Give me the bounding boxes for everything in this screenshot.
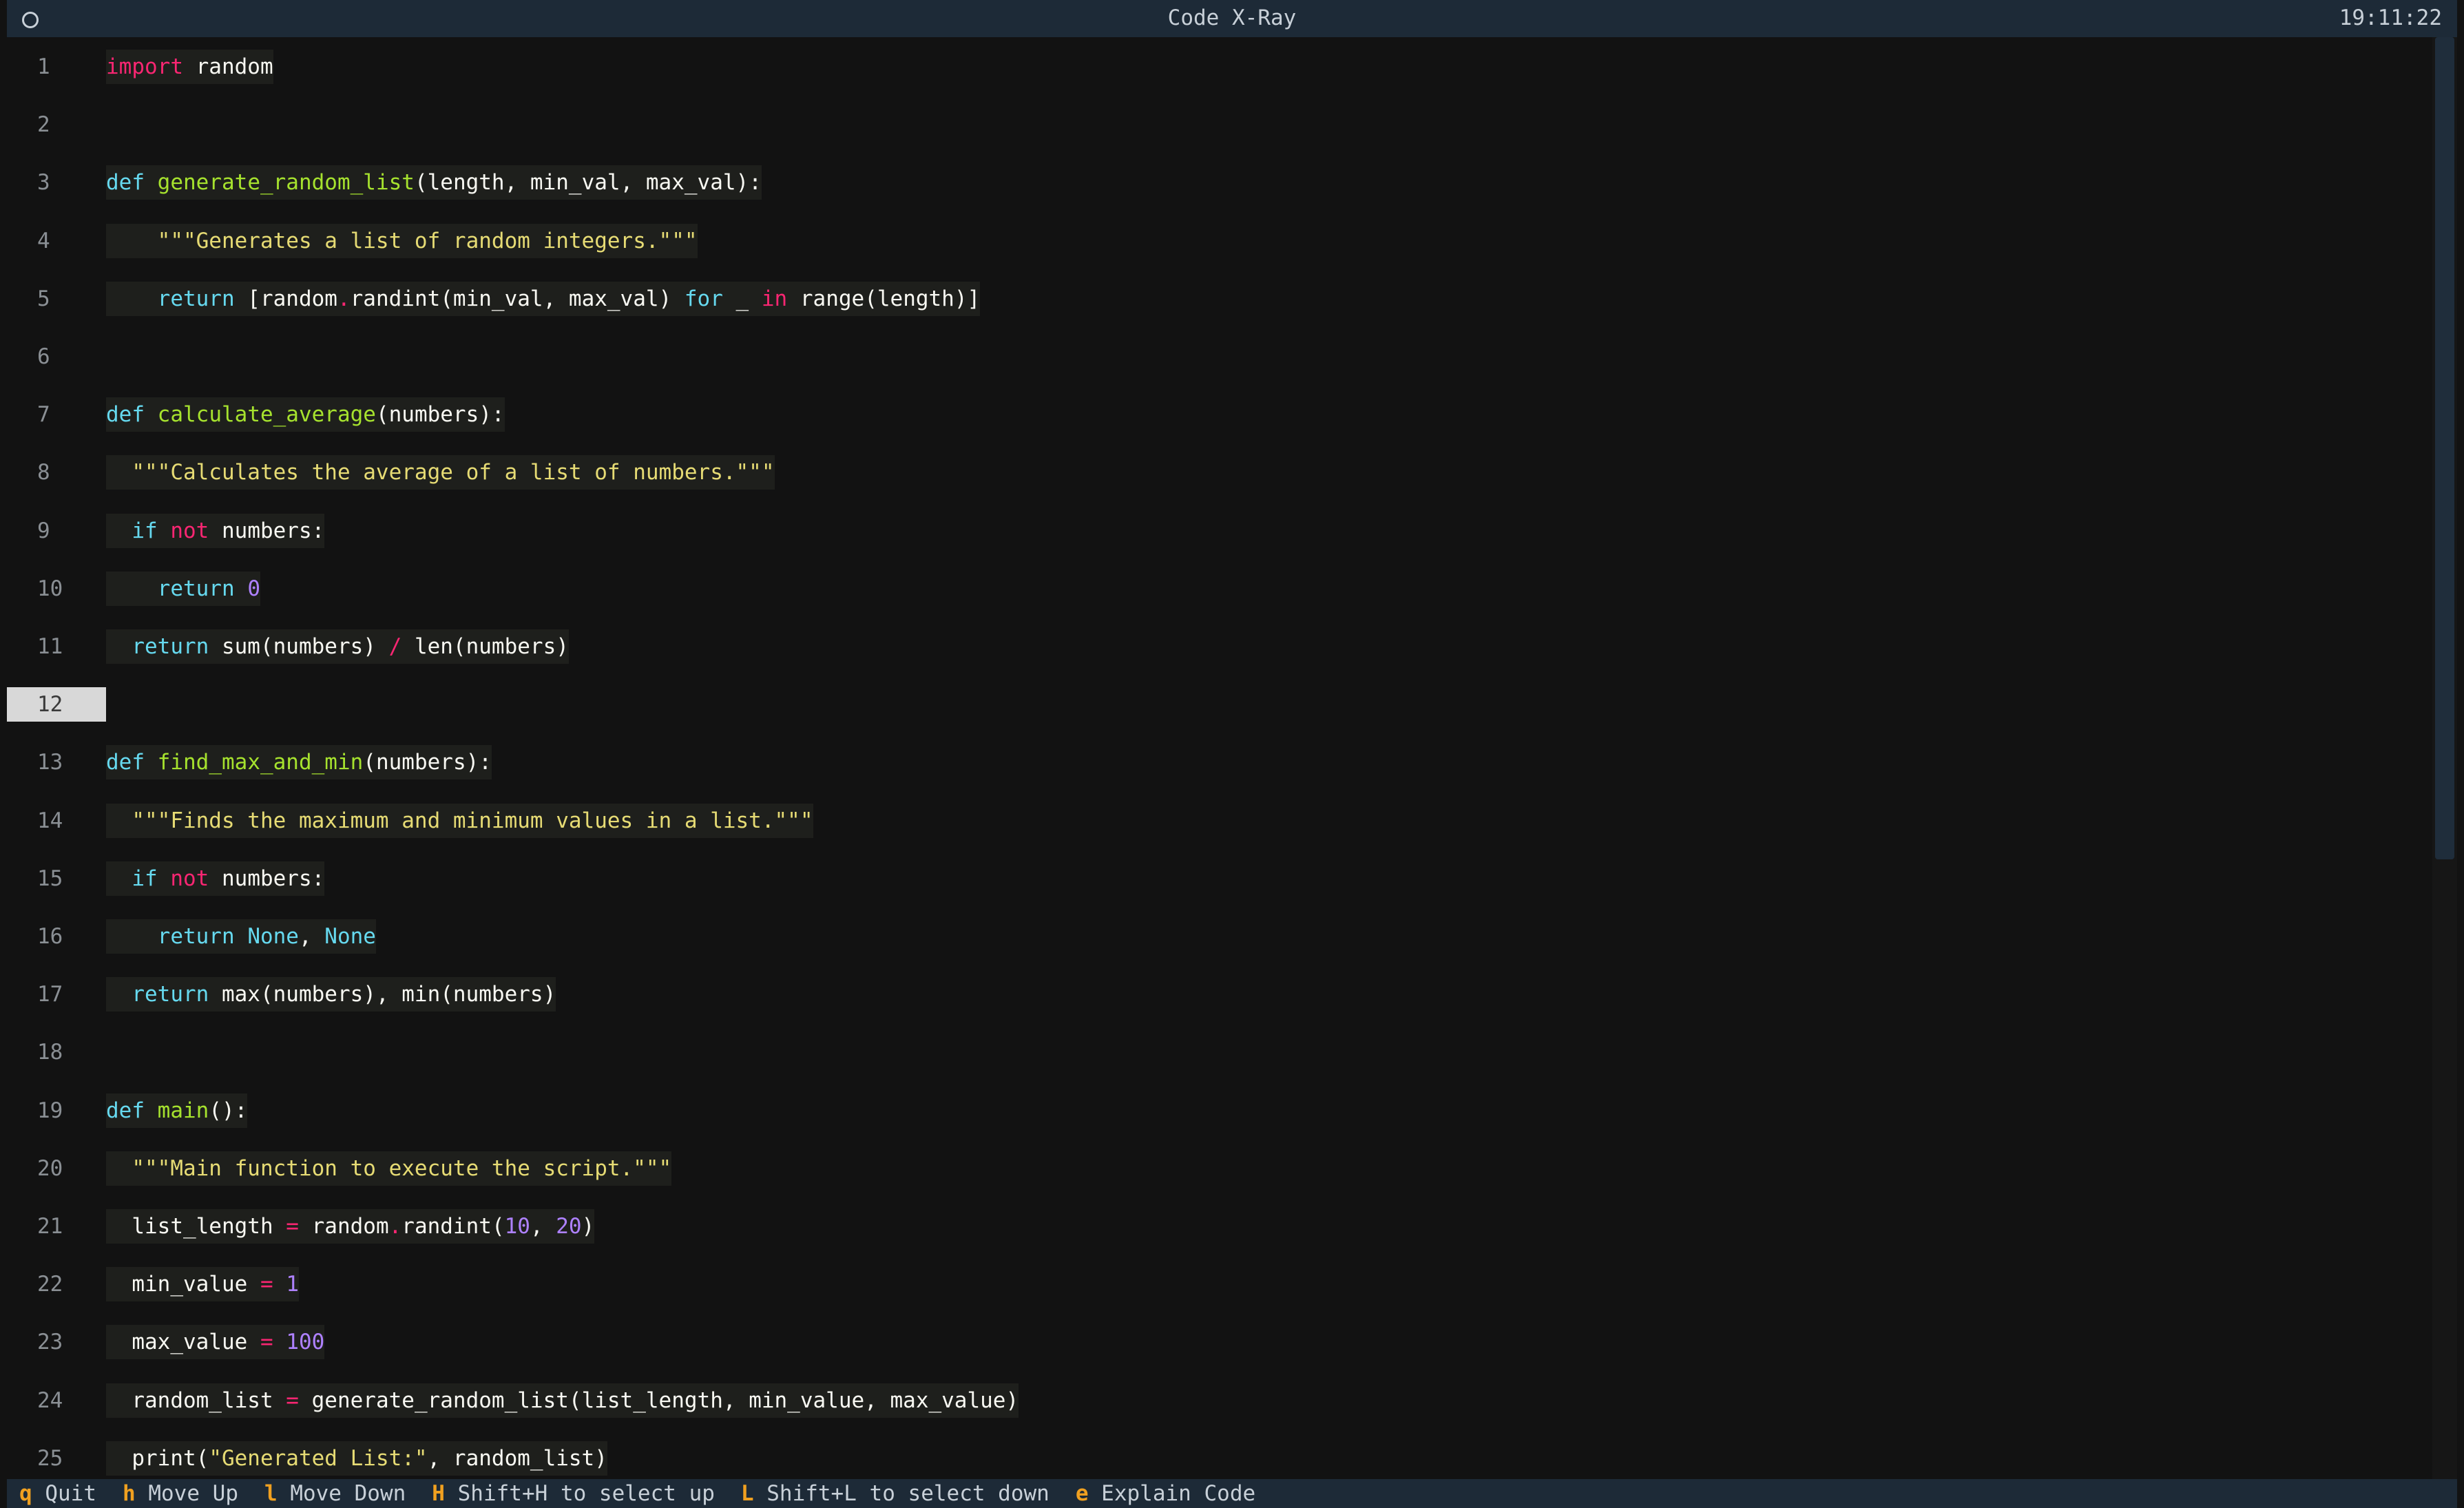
line-number: 14 (37, 808, 63, 833)
scrollbar-thumb[interactable] (2435, 37, 2454, 859)
code-text: """Finds the maximum and minimum values … (106, 803, 813, 838)
code-text: print("Generated List:", random_list) (106, 1441, 607, 1476)
line-number: 17 (37, 982, 63, 1007)
code-line[interactable]: 8 """Calculates the average of a list of… (7, 455, 2432, 490)
line-number: 3 (37, 170, 50, 196)
keybinding-hint: q Quit (19, 1479, 96, 1508)
vertical-scrollbar[interactable] (2432, 37, 2457, 1479)
code-line[interactable]: 6 (7, 339, 2432, 374)
code-line[interactable]: 18 (7, 1035, 2432, 1069)
keybinding-key: e (1075, 1481, 1089, 1506)
line-number: 16 (37, 924, 63, 949)
keybinding-hint: H Shift+H to select up (432, 1479, 715, 1508)
line-number: 5 (37, 286, 50, 311)
code-text: """Main function to execute the script."… (106, 1151, 672, 1186)
code-text: return 0 (106, 571, 260, 606)
code-text: import random (106, 50, 273, 84)
line-number: 19 (37, 1098, 63, 1123)
code-line[interactable]: 25 print("Generated List:", random_list) (7, 1441, 2432, 1476)
code-line[interactable]: 3 def generate_random_list(length, min_va… (7, 165, 2432, 200)
code-text: if not numbers: (106, 861, 325, 896)
keybinding-label: Shift+H to select up (444, 1481, 715, 1506)
code-line[interactable]: 13 def find_max_and_min(numbers): (7, 745, 2432, 780)
keybinding-hint: l Move Down (264, 1479, 406, 1508)
code-line[interactable]: 2 (7, 107, 2432, 142)
code-text: def find_max_and_min(numbers): (106, 745, 492, 780)
keybinding-key: L (740, 1481, 754, 1506)
keybinding-label: Explain Code (1088, 1481, 1256, 1506)
keybinding-hint: L Shift+L to select down (741, 1479, 1050, 1508)
code-line[interactable]: 4 """Generates a list of random integers… (7, 223, 2432, 258)
line-number: 4 (37, 228, 50, 253)
code-line[interactable]: 11 return sum(numbers) / len(numbers) (7, 629, 2432, 664)
code-text: list_length = random.randint(10, 20) (106, 1209, 595, 1244)
line-number: 23 (37, 1330, 63, 1355)
code-text: """Calculates the average of a list of n… (106, 455, 775, 490)
line-number: 24 (37, 1387, 63, 1413)
line-number: 11 (37, 634, 63, 659)
keybinding-label: Move Down (277, 1481, 406, 1506)
code-line[interactable]: 12 (7, 687, 2432, 722)
line-number: 12 (7, 687, 106, 722)
code-line[interactable]: 22 min_value = 1 (7, 1267, 2432, 1302)
line-number: 15 (37, 866, 63, 891)
code-text: if not numbers: (106, 513, 325, 548)
window-title: Code X-Ray (1167, 6, 1297, 30)
code-line[interactable]: 19 def main(): (7, 1093, 2432, 1128)
code-line[interactable]: 16 return None, None (7, 919, 2432, 954)
code-text: max_value = 100 (106, 1325, 325, 1360)
code-editor[interactable]: 1 import random 2 3 def generate_random_list… (7, 37, 2432, 1479)
keybinding-key: q (19, 1481, 32, 1506)
line-number: 20 (37, 1155, 63, 1181)
code-xray-app: Code X-Ray 19:11:22 1 import random 2 3 def … (0, 0, 2464, 1508)
line-number: 7 (37, 402, 50, 428)
code-line[interactable]: 21 list_length = random.randint(10, 20) (7, 1209, 2432, 1244)
keybinding-hint: e Explain Code (1076, 1479, 1255, 1508)
line-number: 21 (37, 1214, 63, 1239)
line-number: 25 (37, 1445, 63, 1471)
code-text: def generate_random_list(length, min_val… (106, 165, 762, 200)
code-text: """Generates a list of random integers."… (106, 223, 698, 258)
line-number: 13 (37, 750, 63, 775)
code-line[interactable]: 9 if not numbers: (7, 513, 2432, 548)
keybinding-key: l (264, 1481, 278, 1506)
line-number: 1 (37, 54, 50, 79)
code-line[interactable]: 1 import random (7, 50, 2432, 84)
code-line[interactable]: 17 return max(numbers), min(numbers) (7, 977, 2432, 1012)
code-line[interactable]: 5 return [random.randint(min_val, max_va… (7, 281, 2432, 316)
keybinding-key: H (432, 1481, 445, 1506)
code-text: return [random.randint(min_val, max_val)… (106, 281, 981, 316)
code-line[interactable]: 10 return 0 (7, 571, 2432, 606)
keybinding-status-bar: q Quit h Move Up l Move Down H Shift+H to s… (7, 1479, 2457, 1508)
code-text: min_value = 1 (106, 1267, 299, 1302)
code-text: return max(numbers), min(numbers) (106, 977, 556, 1012)
keybinding-label: Quit (32, 1481, 96, 1506)
line-number: 8 (37, 460, 50, 485)
keybinding-hint: h Move Up (123, 1479, 238, 1508)
code-line[interactable]: 23 max_value = 100 (7, 1325, 2432, 1360)
line-number: 6 (37, 344, 50, 369)
code-text: def calculate_average(numbers): (106, 397, 505, 432)
code-line[interactable]: 20 """Main function to execute the scrip… (7, 1151, 2432, 1186)
line-number: 22 (37, 1272, 63, 1297)
keybinding-label: Move Up (135, 1481, 238, 1506)
line-number: 10 (37, 576, 63, 601)
title-bar: Code X-Ray 19:11:22 (7, 0, 2457, 37)
code-text: def main(): (106, 1093, 248, 1128)
code-line[interactable]: 24 random_list = generate_random_list(li… (7, 1383, 2432, 1418)
keybinding-key: h (123, 1481, 136, 1506)
code-text: random_list = generate_random_list(list_… (106, 1383, 1019, 1418)
code-line[interactable]: 15 if not numbers: (7, 861, 2432, 896)
code-text: return sum(numbers) / len(numbers) (106, 629, 569, 664)
code-line[interactable]: 14 """Finds the maximum and minimum valu… (7, 803, 2432, 838)
line-number: 9 (37, 518, 50, 543)
code-line[interactable]: 7 def calculate_average(numbers): (7, 397, 2432, 432)
line-number: 18 (37, 1040, 63, 1065)
clock: 19:11:22 (2339, 6, 2442, 30)
line-number: 2 (37, 112, 50, 138)
keybinding-label: Shift+L to select down (753, 1481, 1050, 1506)
code-text: return None, None (106, 919, 376, 954)
